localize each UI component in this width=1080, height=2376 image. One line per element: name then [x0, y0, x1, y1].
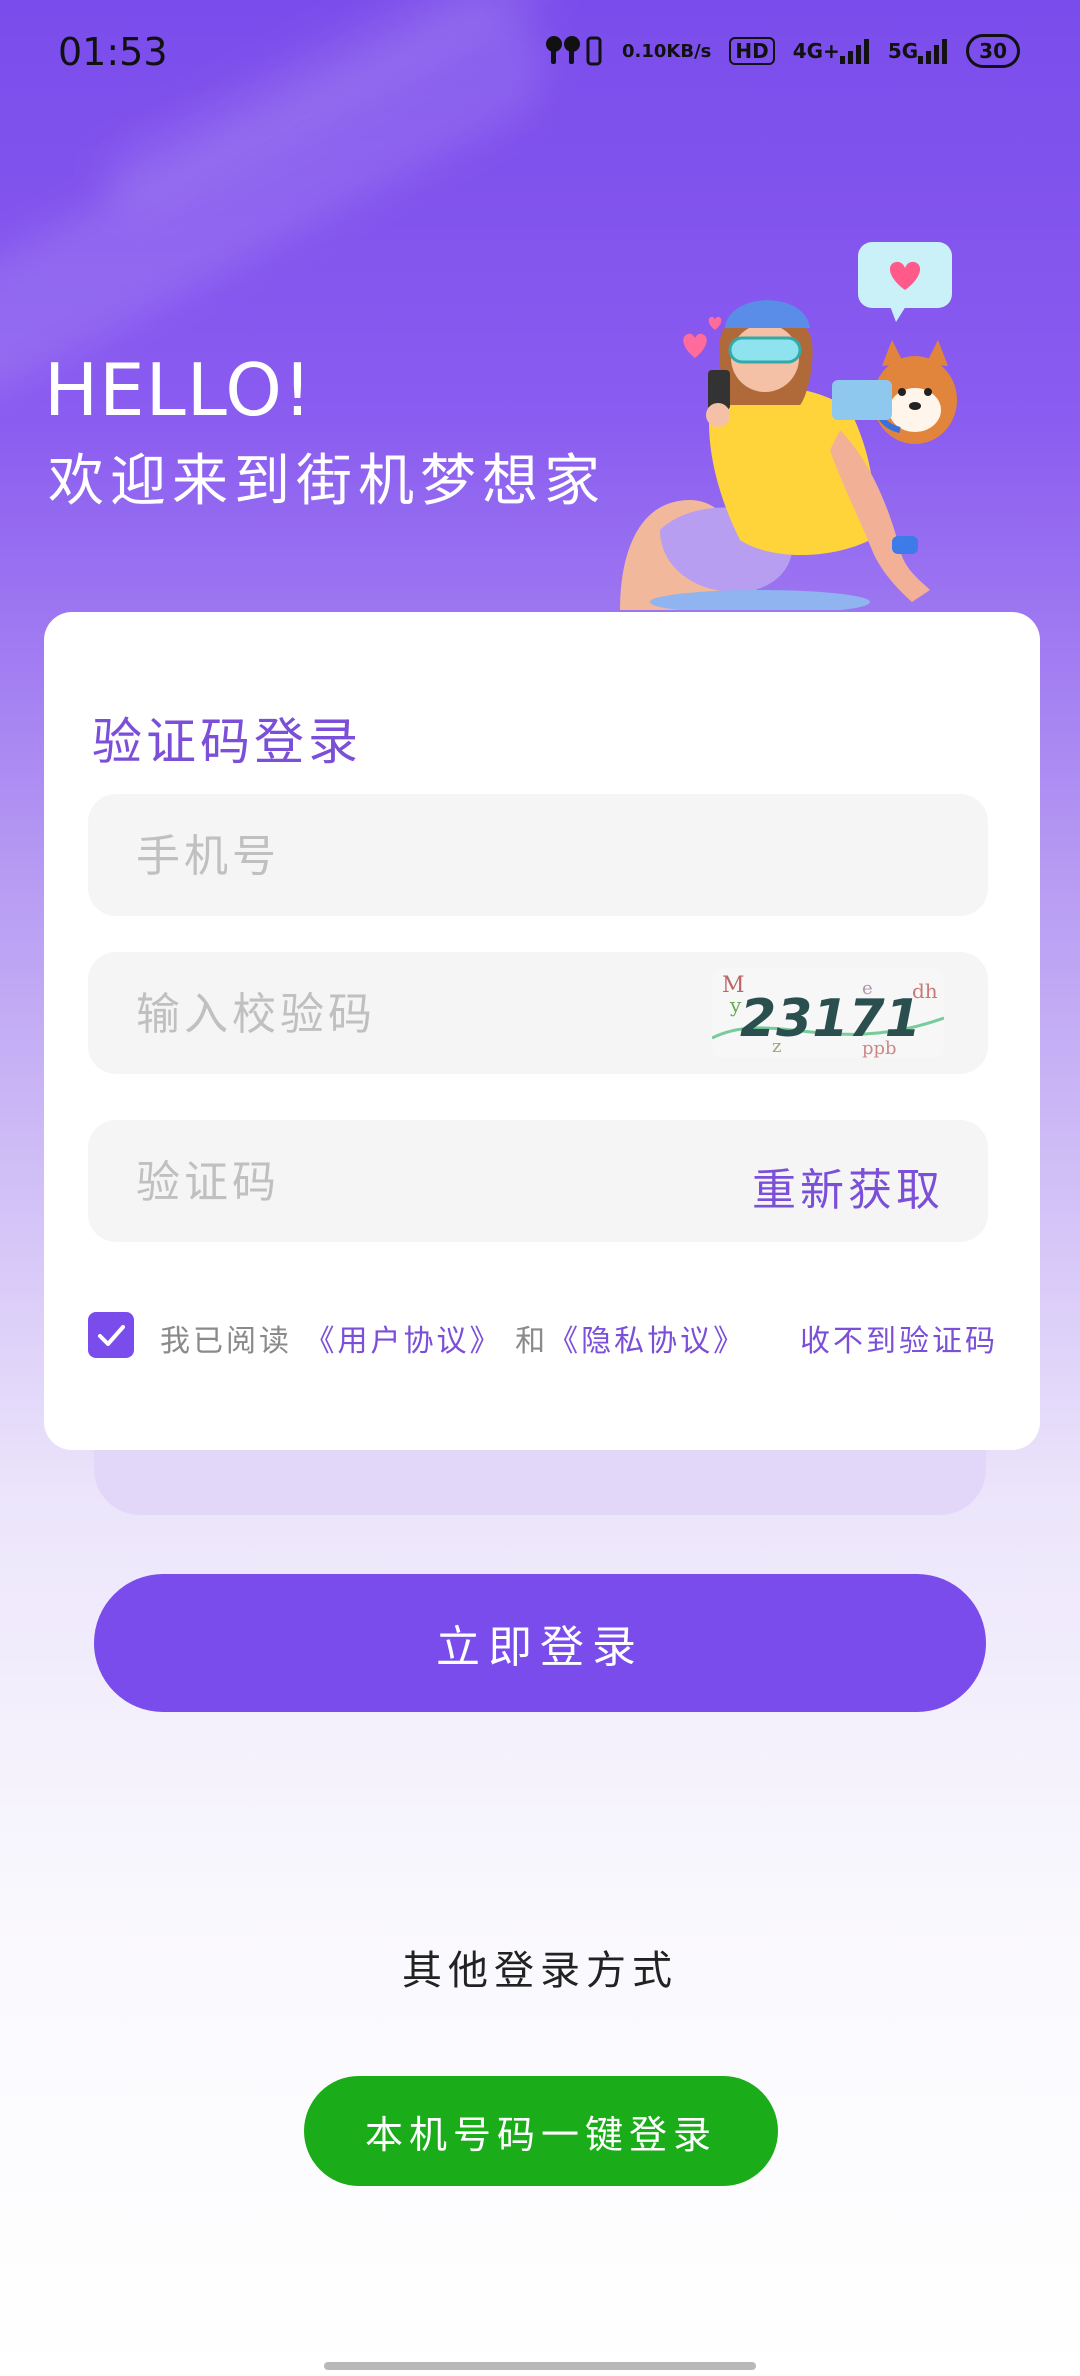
one-key-login-button[interactable]: 本机号码一键登录: [304, 2076, 778, 2186]
hello-heading: HELLO!: [44, 348, 313, 432]
card-title: 验证码登录: [92, 713, 362, 771]
agree-prefix: 我已阅读: [160, 1324, 292, 1359]
status-time: 01:53: [58, 30, 168, 74]
captcha-input[interactable]: [134, 952, 698, 1076]
status-icons: 0.10 KB/s HD 4G+ 5G 30: [544, 34, 1020, 68]
home-indicator[interactable]: [324, 2362, 756, 2370]
captcha-image[interactable]: M y dh e z ppb 23171: [712, 968, 944, 1058]
sms-code-field: 重新获取: [88, 1120, 988, 1244]
phone-field: [88, 794, 988, 918]
sim1-label: 4G+: [792, 39, 840, 63]
login-card: 验证码登录 M y dh e z ppb 23171 重新获取: [44, 612, 1040, 1450]
captcha-text: 23171: [740, 989, 921, 1049]
net-speed: 0.10 KB/s: [622, 42, 711, 61]
captcha-field: M y dh e z ppb 23171: [88, 952, 988, 1076]
no-code-link[interactable]: 收不到验证码: [800, 1316, 998, 1360]
net-speed-unit: KB/s: [666, 40, 712, 62]
privacy-policy-link[interactable]: 《隐私协议》: [548, 1324, 746, 1359]
user-agreement-link[interactable]: 《用户协议》: [305, 1324, 503, 1359]
phone-input[interactable]: [134, 794, 698, 918]
character-illustration: [620, 242, 957, 610]
agreement-text: 我已阅读 《用户协议》 和《隐私协议》: [160, 1316, 746, 1360]
hd-icon: HD: [729, 37, 775, 65]
signal-4g-icon: 4G+: [793, 38, 870, 64]
net-speed-value: 0.10: [621, 40, 667, 62]
status-bar: 01:53 0.10 KB/s HD 4G+ 5G 30: [0, 0, 1080, 110]
battery-icon: 30: [966, 34, 1020, 68]
agreement-row: 我已阅读 《用户协议》 和《隐私协议》 收不到验证码: [88, 1302, 998, 1362]
agree-checkbox[interactable]: [88, 1312, 134, 1358]
welcome-text: 欢迎来到街机梦想家: [48, 449, 606, 514]
login-button[interactable]: 立即登录: [94, 1574, 986, 1712]
resend-code-button[interactable]: 重新获取: [752, 1154, 944, 1218]
signal-5g-icon: 5G: [888, 38, 948, 64]
earbuds-icon: [544, 34, 604, 68]
sms-code-input[interactable]: [134, 1120, 698, 1244]
other-login-methods-title: 其他登录方式: [402, 1948, 678, 1994]
checkmark-icon: [98, 1325, 125, 1346]
sim2-label: 5G: [887, 39, 919, 63]
and-text: 和: [515, 1324, 549, 1359]
